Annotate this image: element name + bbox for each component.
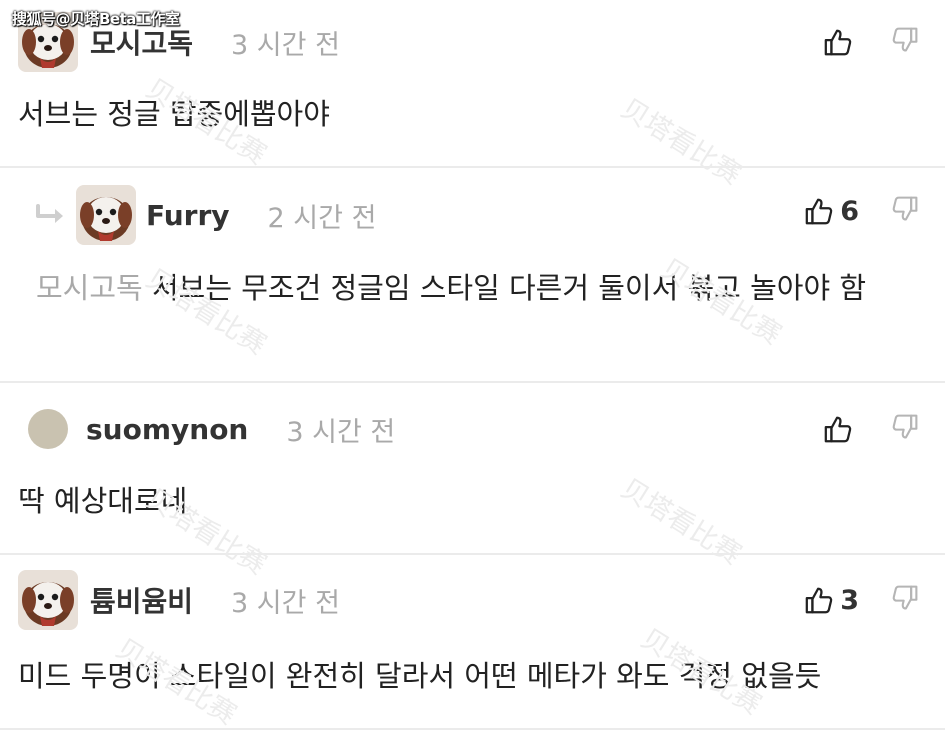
like-button[interactable]: 6 <box>804 196 859 227</box>
thumbs-up-icon <box>823 27 853 57</box>
comment-header: suomynon 3 시간 전 <box>18 399 395 459</box>
like-count: 3 <box>840 584 859 616</box>
comment-body: 딱 예상대로네 <box>18 484 188 518</box>
comment-actions: 6 <box>804 181 919 241</box>
comment-time: 3 시간 전 <box>231 29 340 61</box>
dislike-button[interactable] <box>891 195 919 227</box>
like-count: 6 <box>840 195 859 227</box>
comment-actions <box>823 399 919 459</box>
comment-item: 튬비윰비 3 시간 전 3 미드 두명이 스타일이 완전히 달라서 어떤 메타가… <box>0 555 945 730</box>
comment-actions <box>823 12 919 72</box>
comment-time: 3 시간 전 <box>286 416 396 448</box>
comment-body-text: 서브는 무조건 정글임 스타일 다른거 둘이서 볶고 놀아야 함 <box>151 271 867 305</box>
dislike-button[interactable] <box>891 413 919 445</box>
thumbs-up-icon <box>804 585 834 615</box>
avatar[interactable] <box>18 570 78 630</box>
thumbs-down-icon <box>891 584 919 612</box>
dislike-button[interactable] <box>891 26 919 58</box>
thumbs-up-icon <box>804 196 834 226</box>
thumbs-down-icon <box>891 195 919 223</box>
comment-body: 모시고독 서브는 무조건 정글임 스타일 다른거 둘이서 볶고 놀아야 함 <box>36 268 915 308</box>
comment-username[interactable]: Furry <box>146 199 230 232</box>
like-button[interactable] <box>823 414 859 444</box>
comment-time: 2 시간 전 <box>267 202 377 234</box>
like-button[interactable] <box>823 27 859 57</box>
reply-arrow-icon <box>36 204 63 223</box>
avatar[interactable] <box>76 185 136 245</box>
reply-comment-item: Furry 2 시간 전 6 모시고독 서브는 무조건 정글임 스타일 다른거 … <box>0 168 945 383</box>
mention-username[interactable]: 모시고독 <box>36 271 143 305</box>
comment-header: Furry 2 시간 전 <box>34 185 376 245</box>
comment-body: 서브는 정글 탑중에뽑아야 <box>18 97 330 131</box>
avatar[interactable] <box>28 409 68 449</box>
thumbs-down-icon <box>891 413 919 441</box>
comment-time: 3 시간 전 <box>231 587 340 619</box>
thumbs-down-icon <box>891 26 919 54</box>
comment-header: 튬비윰비 3 시간 전 <box>18 570 340 630</box>
comment-body: 미드 두명이 스타일이 완전히 달라서 어떤 메타가 와도 걱정 없을듯 <box>18 659 822 693</box>
source-watermark: 搜狐号@贝塔Beta工作室 <box>12 10 180 28</box>
dislike-button[interactable] <box>891 584 919 616</box>
like-button[interactable]: 3 <box>804 585 859 616</box>
comment-actions: 3 <box>804 570 919 630</box>
thumbs-up-icon <box>823 414 853 444</box>
comment-username[interactable]: 튬비윰비 <box>90 580 193 620</box>
comment-item: suomynon 3 시간 전 딱 예상대로네 <box>0 383 945 555</box>
comment-username[interactable]: suomynon <box>86 413 248 446</box>
